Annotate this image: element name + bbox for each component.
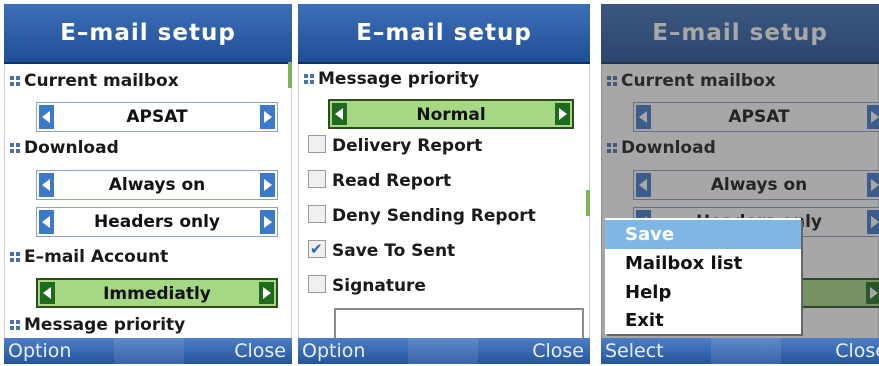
read-report-checkbox[interactable]: Read Report <box>308 167 580 195</box>
message-priority-header: Message priority <box>304 66 582 92</box>
message-priority-header: Message priority <box>10 312 284 338</box>
right-arrow-icon[interactable] <box>555 103 570 125</box>
softkey-bar: Option Close <box>298 338 590 364</box>
download-mode-selector[interactable]: Always on <box>36 170 278 200</box>
menu-item-save[interactable]: Save <box>605 220 801 249</box>
current-mailbox-selector[interactable]: APSAT <box>36 102 278 132</box>
email-setup-screen-2: E–mail setup Message priority Normal Del… <box>298 4 590 364</box>
softkey-center <box>114 338 184 364</box>
checkbox-unchecked-icon[interactable] <box>308 275 326 293</box>
email-setup-screen-1: E–mail setup Current mailbox APSAT Downl… <box>4 4 292 364</box>
right-arrow-icon[interactable] <box>260 173 275 197</box>
option-softkey[interactable]: Option <box>8 338 71 364</box>
select-softkey[interactable]: Select <box>605 338 664 364</box>
right-arrow-icon[interactable] <box>260 210 275 234</box>
message-priority-value: Normal <box>416 105 486 125</box>
message-priority-selector[interactable]: Normal <box>328 99 574 129</box>
left-arrow-icon[interactable] <box>39 173 54 197</box>
email-account-selector[interactable]: Immediatly <box>36 278 278 308</box>
current-mailbox-header: Current mailbox <box>10 68 284 94</box>
section-bullet-icon <box>10 76 20 86</box>
deny-sending-report-checkbox[interactable]: Deny Sending Report <box>308 202 580 230</box>
checkbox-unchecked-icon[interactable] <box>308 170 326 188</box>
download-mode-value: Always on <box>108 175 206 195</box>
right-arrow-icon[interactable] <box>260 105 275 129</box>
section-bullet-icon <box>10 143 20 153</box>
option-softkey[interactable]: Option <box>302 338 365 364</box>
left-arrow-icon[interactable] <box>40 282 55 304</box>
softkey-center <box>711 338 781 364</box>
section-bullet-icon <box>10 320 20 330</box>
close-softkey[interactable]: Close <box>234 338 286 364</box>
menu-item-mailbox-list[interactable]: Mailbox list <box>605 249 801 278</box>
softkey-center <box>408 338 478 364</box>
screen-title: E–mail setup <box>4 4 292 64</box>
email-setup-screen-3: E–mail setup Current mailbox APSAT Downl… <box>601 4 879 364</box>
close-softkey[interactable]: Close <box>835 338 879 364</box>
checkbox-unchecked-icon[interactable] <box>308 135 326 153</box>
close-softkey[interactable]: Close <box>532 338 584 364</box>
download-option-selector[interactable]: Headers only <box>36 207 278 237</box>
left-arrow-icon[interactable] <box>39 210 54 234</box>
menu-item-exit[interactable]: Exit <box>605 306 801 335</box>
download-header: Download <box>10 135 284 161</box>
softkey-bar: Select Close <box>601 338 879 364</box>
delivery-report-checkbox[interactable]: Delivery Report <box>308 132 580 160</box>
download-option-value: Headers only <box>93 212 221 232</box>
screen-title: E–mail setup <box>298 4 590 64</box>
options-popup-menu: Save Mailbox list Help Exit <box>605 218 801 334</box>
save-to-sent-checkbox[interactable]: Save To Sent <box>308 235 580 265</box>
section-bullet-icon <box>10 252 20 262</box>
email-account-value: Immediatly <box>103 284 211 304</box>
softkey-bar: Option Close <box>4 338 292 364</box>
section-bullet-icon <box>304 74 314 84</box>
signature-checkbox[interactable]: Signature <box>308 272 580 300</box>
email-account-header: E–mail Account <box>10 244 284 270</box>
left-arrow-icon[interactable] <box>39 105 54 129</box>
current-mailbox-value: APSAT <box>126 107 188 127</box>
checkbox-unchecked-icon[interactable] <box>308 205 326 223</box>
right-arrow-icon[interactable] <box>259 282 274 304</box>
checkbox-checked-icon[interactable] <box>308 235 326 263</box>
left-arrow-icon[interactable] <box>332 103 347 125</box>
menu-item-help[interactable]: Help <box>605 278 801 307</box>
scrollbar[interactable] <box>586 190 590 216</box>
scrollbar[interactable] <box>288 62 292 88</box>
